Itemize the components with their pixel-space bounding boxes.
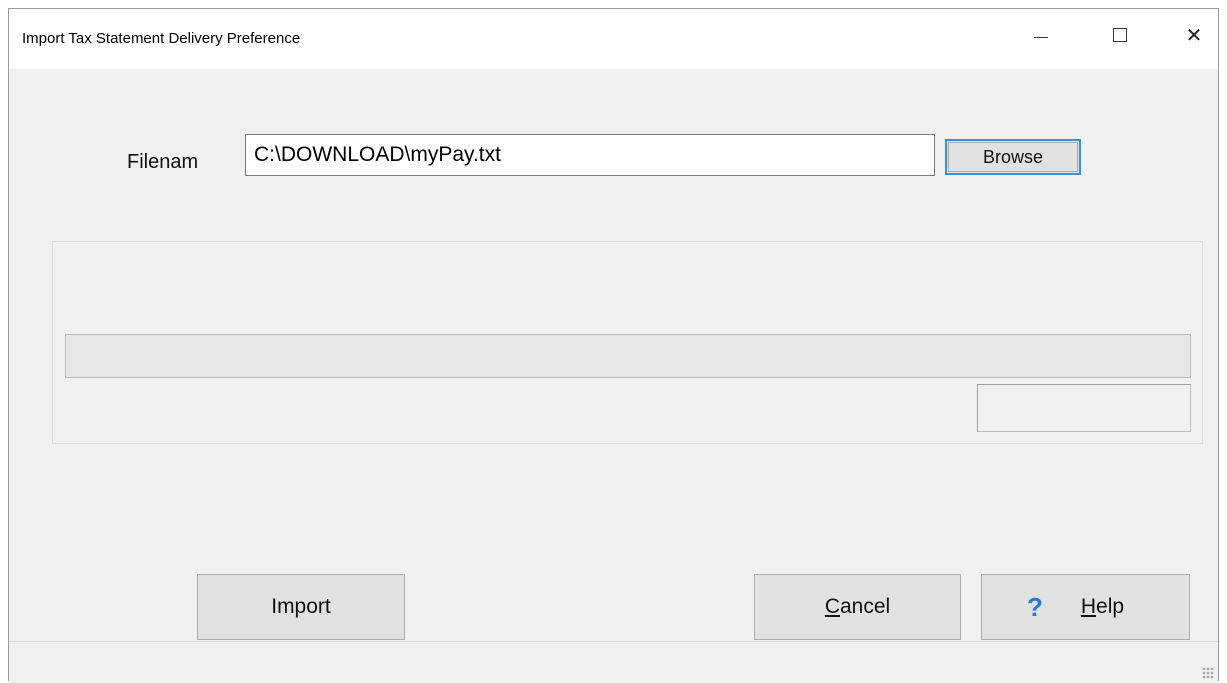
question-icon: ? [1026, 591, 1043, 622]
help-label-rest: elp [1096, 595, 1125, 618]
cancel-button-label: Cancel [825, 595, 890, 619]
filename-label: Filenam [127, 151, 199, 173]
resize-grip-icon[interactable] [1202, 667, 1214, 679]
cancel-accelerator: C [824, 595, 840, 618]
progress-bar [65, 334, 1191, 378]
close-icon: ✕ [1185, 24, 1203, 47]
window-title: Import Tax Statement Delivery Preference [22, 30, 301, 47]
help-button[interactable]: ? Help [981, 574, 1190, 640]
cancel-label-rest: ancel [839, 595, 891, 618]
close-button[interactable]: ✕ [1159, 9, 1227, 61]
minimize-icon [1034, 36, 1048, 38]
filename-input[interactable] [245, 134, 935, 176]
help-button-label: Help [1081, 595, 1124, 619]
cancel-button[interactable]: Cancel [754, 574, 961, 640]
maximize-button[interactable] [1085, 9, 1155, 61]
status-box [977, 384, 1191, 432]
import-button[interactable]: Import [197, 574, 405, 640]
minimize-button[interactable] [1006, 9, 1076, 61]
title-bar[interactable]: Import Tax Statement Delivery Preference… [9, 9, 1218, 69]
browse-button[interactable]: Browse [945, 139, 1081, 175]
import-dialog-window: Import Tax Statement Delivery Preference… [8, 8, 1219, 683]
status-bar [9, 641, 1218, 683]
maximize-icon [1113, 28, 1127, 42]
progress-panel [52, 241, 1203, 444]
help-accelerator: H [1080, 595, 1097, 618]
import-button-label: Import [271, 595, 331, 618]
browse-button-focus-border [948, 142, 1078, 172]
